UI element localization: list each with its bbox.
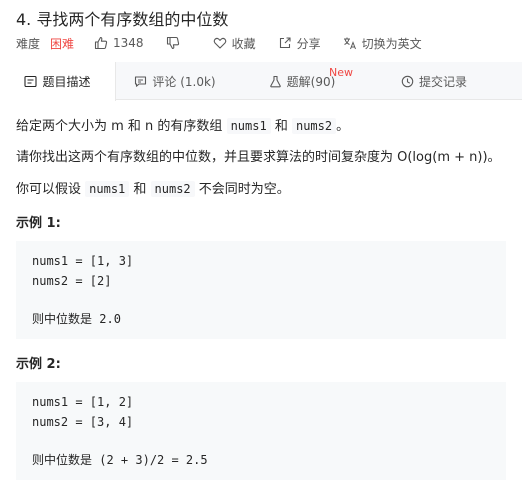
share-label: 分享	[296, 36, 321, 51]
description-text: 给定两个大小为 m 和 n 的有序数组	[16, 119, 227, 134]
description-text: 和	[129, 182, 151, 197]
example-2-title: 示例 2:	[16, 357, 61, 372]
clock-icon	[401, 75, 414, 87]
tab-comments[interactable]: 评论 (1.0k)	[116, 62, 234, 100]
new-badge: New	[329, 66, 353, 79]
flask-icon	[269, 75, 281, 87]
example-1-title: 示例 1:	[16, 216, 61, 231]
result-label: 则中位数是	[32, 453, 93, 467]
translate-button[interactable]: 切换为英文	[343, 35, 422, 52]
inline-code-nums2: nums2	[150, 181, 195, 197]
inline-code-nums2: nums2	[291, 118, 337, 134]
description-text: 。	[336, 119, 350, 134]
code-line: nums2 = [2]	[32, 274, 112, 288]
description-text: 不会同时为空。	[194, 182, 290, 197]
tab-submissions-label: 提交记录	[418, 74, 467, 89]
tab-description[interactable]: 题目描述	[0, 62, 116, 101]
code-line: nums1 = [1, 2]	[32, 395, 134, 409]
result-value: (2 + 3)/2 = 2.5	[92, 453, 208, 467]
result-value: 2.0	[92, 312, 121, 326]
example-2-code-block: nums1 = [1, 2] nums2 = [3, 4] 则中位数是 (2 +…	[16, 382, 506, 480]
problem-tab-bar: 题目描述 评论 (1.0k) 题解(90) New 提交记录	[0, 62, 522, 101]
difficulty-label: 难度	[16, 36, 41, 51]
code-line: nums2 = [3, 4]	[32, 415, 134, 429]
result-label: 则中位数是	[32, 312, 93, 326]
share-icon	[279, 37, 291, 49]
share-button[interactable]: 分享	[278, 35, 321, 52]
tab-solutions[interactable]: 题解(90) New	[234, 62, 370, 100]
problem-title: 4. 寻找两个有序数组的中位数	[16, 10, 229, 29]
like-button[interactable]: 1348	[94, 36, 144, 50]
inline-code-nums1: nums1	[226, 118, 271, 134]
tab-description-label: 题目描述	[42, 75, 91, 89]
translate-label: 切换为英文	[361, 36, 422, 51]
description-paragraph-3: 你可以假设 nums1 和 nums2 不会同时为空。	[16, 179, 506, 200]
problem-meta-bar: 难度 困难 1348 收藏 分享 切换为英文	[16, 34, 444, 52]
description-text: 和	[270, 119, 292, 134]
tab-comments-label: 评论 (1.0k)	[152, 74, 216, 89]
like-count: 1348	[113, 36, 144, 50]
code-line: nums1 = [1, 3]	[32, 254, 134, 268]
difficulty-badge: 困难	[50, 36, 75, 51]
code-line: 则中位数是 2.0	[32, 309, 490, 329]
description-text: 你可以假设	[16, 182, 86, 197]
tab-submissions[interactable]: 提交记录	[370, 62, 498, 100]
dislike-button[interactable]	[166, 36, 185, 50]
favorite-label: 收藏	[231, 36, 256, 51]
thumbs-down-icon	[166, 36, 179, 50]
problem-description: 给定两个大小为 m 和 n 的有序数组 nums1 和 nums2。 请你找出这…	[16, 116, 506, 480]
translate-icon	[343, 37, 356, 50]
description-paragraph-1: 给定两个大小为 m 和 n 的有序数组 nums1 和 nums2。	[16, 116, 506, 137]
heart-icon	[213, 37, 226, 49]
thumbs-up-icon	[94, 36, 108, 50]
comment-icon	[135, 75, 147, 87]
document-icon	[24, 75, 38, 88]
code-line: 则中位数是 (2 + 3)/2 = 2.5	[32, 450, 490, 470]
favorite-button[interactable]: 收藏	[213, 35, 256, 52]
description-paragraph-2: 请你找出这两个有序数组的中位数，并且要求算法的时间复杂度为 O(log(m + …	[16, 150, 501, 165]
example-1-code-block: nums1 = [1, 3] nums2 = [2] 则中位数是 2.0	[16, 241, 506, 339]
inline-code-nums1: nums1	[85, 181, 130, 197]
